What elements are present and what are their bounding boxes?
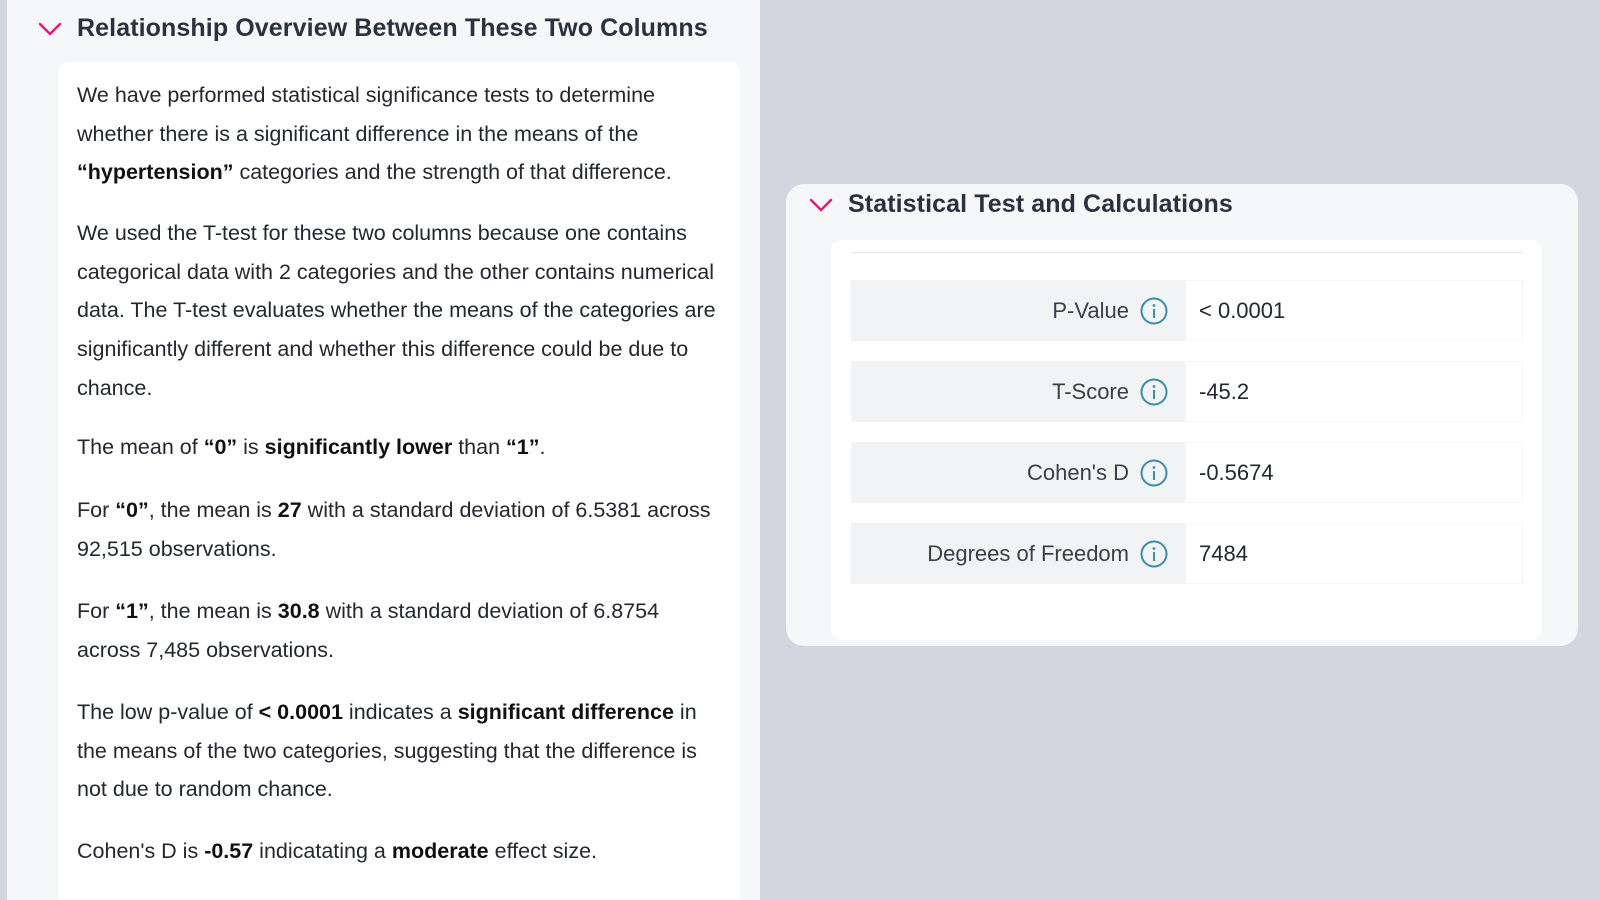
paragraph-intro: We have performed statistical significan…	[77, 83, 672, 185]
paragraph-mean-comparison: The mean of “0” is significantly lower t…	[77, 435, 546, 459]
stat-value: -45.2	[1199, 378, 1250, 404]
stat-value-cell: -45.2	[1185, 361, 1523, 422]
relationship-overview-header[interactable]: Relationship Overview Between These Two …	[37, 14, 708, 43]
stat-value-cell: < 0.0001	[1185, 280, 1523, 341]
stat-row-t-score: T-Score -45.2	[851, 361, 1523, 422]
paragraph-test-choice: We used the T-test for these two columns…	[77, 221, 716, 400]
stat-label-cell: Cohen's D	[851, 442, 1185, 503]
paragraph-group-0: For “0”, the mean is 27 with a standard …	[77, 498, 711, 561]
chevron-down-icon[interactable]	[808, 192, 834, 218]
info-icon[interactable]	[1139, 296, 1169, 326]
stat-label: Degrees of Freedom	[927, 540, 1129, 566]
stat-label: Cohen's D	[1026, 459, 1129, 485]
stat-value-cell: -0.5674	[1185, 442, 1523, 503]
stat-label-cell: Degrees of Freedom	[851, 523, 1185, 584]
divider	[851, 252, 1522, 253]
info-icon[interactable]	[1139, 377, 1169, 407]
statistical-test-panel: Statistical Test and Calculations P-Valu…	[786, 184, 1578, 646]
stat-label: P-Value	[1052, 297, 1129, 323]
stat-label: T-Score	[1051, 378, 1129, 404]
info-icon[interactable]	[1139, 458, 1169, 488]
stat-row-degrees-of-freedom: Degrees of Freedom 7484	[851, 523, 1523, 584]
stat-label-cell: T-Score	[851, 361, 1185, 422]
stat-value: 7484	[1199, 540, 1248, 566]
section-title: Relationship Overview Between These Two …	[77, 14, 708, 42]
stat-label-cell: P-Value	[851, 280, 1185, 341]
stat-value: -0.5674	[1199, 459, 1274, 485]
stat-row-cohens-d: Cohen's D -0.5674	[851, 442, 1523, 503]
paragraph-p-value: The low p-value of < 0.0001 indicates a …	[77, 700, 697, 802]
paragraph-group-1: For “1”, the mean is 30.8 with a standar…	[77, 599, 660, 662]
stat-value-cell: 7484	[1185, 523, 1523, 584]
chevron-down-icon[interactable]	[37, 16, 63, 42]
section-title: Statistical Test and Calculations	[848, 190, 1233, 218]
stat-row-p-value: P-Value < 0.0001	[851, 280, 1523, 341]
stat-value: < 0.0001	[1199, 297, 1286, 323]
paragraph-effect-size: Cohen's D is -0.57 indicatating a modera…	[77, 839, 598, 863]
statistical-test-header[interactable]: Statistical Test and Calculations	[808, 190, 1233, 219]
info-icon[interactable]	[1139, 539, 1169, 569]
statistics-card: P-Value < 0.0001 T-Score -45.2 Cohen's D…	[831, 240, 1542, 640]
